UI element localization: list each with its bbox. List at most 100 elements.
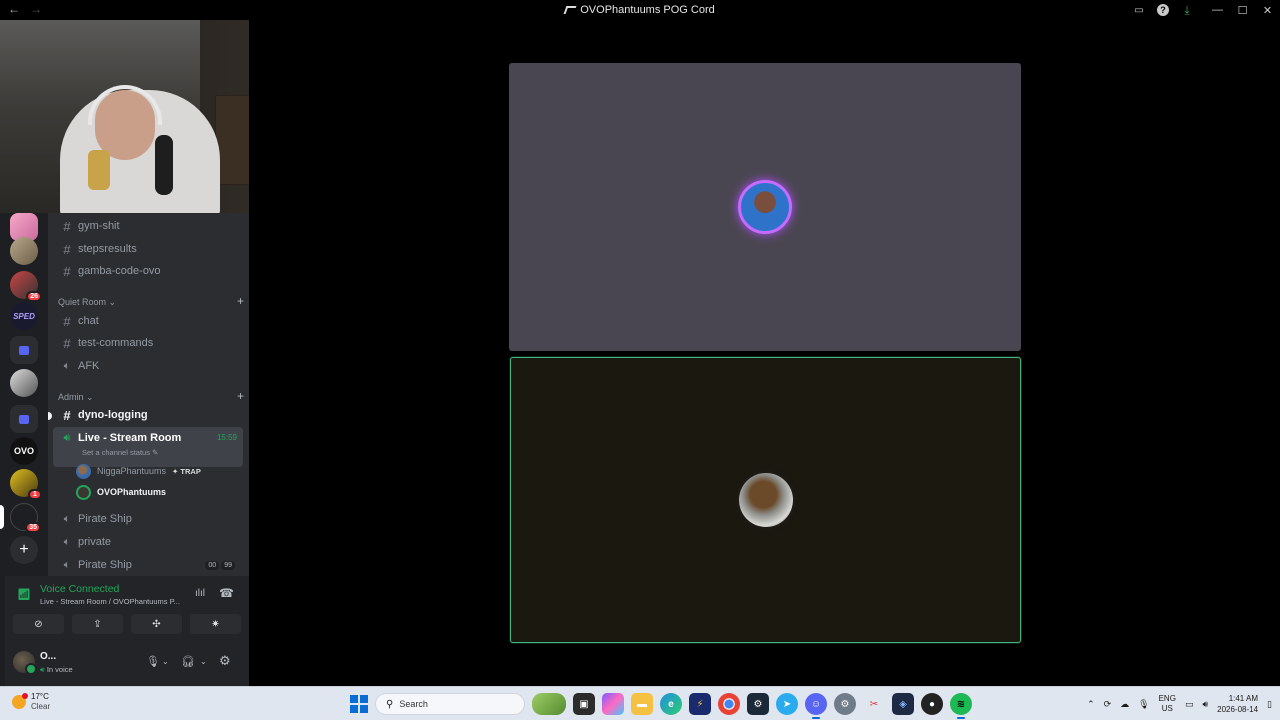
server-icon-gray[interactable] [10,369,38,397]
language-indicator[interactable]: ENG US [1159,694,1176,714]
hash-icon: # [63,335,71,351]
unread-indicator [48,412,52,420]
channel-afk[interactable]: 🔈︎ AFK [53,355,243,377]
clock[interactable]: 1:41 AM 2026-08-14 [1217,693,1258,715]
screen-share-button[interactable]: ⇪ [72,614,123,634]
camera-off-button[interactable]: ⊘ [13,614,64,634]
app-icon-box[interactable]: ◈ [892,693,914,715]
download-icon[interactable]: ⤓ [1181,3,1193,17]
voice-channel-pirate-ship-2[interactable]: 🔈︎ Pirate Ship 00 99 [53,554,243,576]
windows-taskbar: 17°C Clear ⚲ Search ▣ ▬ e ⚡ ⚙ ➤ ☺ ⚙ ✂ ◈ ● … [0,686,1280,720]
participant-tile-focused[interactable] [510,357,1021,643]
voice-member-self[interactable]: OVOPhantuums [76,482,166,502]
cloud-off-icon[interactable]: ☁ [1120,699,1129,710]
category-quiet-room[interactable]: Quiet Room ⌄ + [58,295,244,308]
discord-icon[interactable]: ☺ [805,693,827,719]
task-view-icon[interactable]: ▣ [573,693,595,715]
file-explorer-icon[interactable]: ▬ [631,693,653,715]
hash-icon: # [63,313,71,329]
avatar[interactable] [13,651,37,675]
add-server-icon[interactable]: + [10,536,38,564]
category-admin[interactable]: Admin ⌄ + [58,390,244,403]
server-icon-red[interactable]: 26 [10,271,42,302]
settings-gear-icon[interactable]: ⚙︎ [219,653,231,669]
server-icon-ovo[interactable]: OVO [10,437,38,465]
participant-tile[interactable] [509,63,1021,351]
channel-test-commands[interactable]: # test-commands [53,332,243,354]
weather-widget[interactable]: 17°C Clear [12,692,50,712]
app-icon-dark-blue[interactable]: ⚡ [689,693,711,715]
widget-image-icon[interactable] [532,693,566,715]
voice-status-title[interactable]: Voice Connected [40,583,119,595]
chevron-up-icon[interactable]: ⌃ [1087,699,1095,710]
channel-gamba-code-ovo[interactable]: # gamba-code-ovo [53,260,243,282]
role-tag-text: TRAP [180,466,201,476]
app-icon-red-dot[interactable]: ● [921,693,943,715]
headphones-icon[interactable]: 🎧︎ [181,655,195,668]
taskbar-search[interactable]: ⚲ Search [375,693,525,715]
server-folder-icon-2[interactable] [10,405,38,433]
activities-button[interactable]: ✣ [131,614,182,634]
telegram-icon[interactable]: ➤ [776,693,798,715]
edge-browser-icon[interactable]: e [660,693,682,715]
channel-status-text: Set a channel status [82,448,150,457]
voice-connection-panel: 📶︎ Voice Connected Live - Stream Room / … [5,576,249,640]
weather-sun-icon [12,693,28,709]
maximize-button[interactable]: ☐ [1230,4,1255,17]
voice-status-subtitle[interactable]: Live - Stream Room / OVOPhantuums P... [40,597,180,606]
server-icon-photo[interactable] [10,237,38,265]
soundboard-button[interactable]: ✷ [190,614,241,634]
selected-server-pill [0,505,4,529]
language-code: ENG [1158,694,1176,703]
channel-stepsresults[interactable]: # stepsresults [53,238,243,260]
close-button[interactable]: ✕ [1255,4,1280,17]
voice-stage [249,20,1280,686]
chevron-down-icon[interactable]: ⌄ [162,657,169,666]
chrome-icon[interactable] [718,693,740,715]
channel-label: dyno-logging [78,409,148,421]
voice-channel-private[interactable]: 🔈︎ private [53,531,243,553]
display-icon[interactable]: ▭ [1185,699,1194,710]
window-title: OVOPhantuums POG Cord [0,4,1280,16]
participant-avatar-speaking [738,180,792,234]
create-channel-icon[interactable]: + [237,295,244,308]
disconnect-icon[interactable]: ☎︎ [219,586,234,600]
server-icon-yellow[interactable]: 1 [10,469,42,500]
help-icon[interactable]: ? [1157,4,1169,16]
channel-gym-shit[interactable]: # gym-shit [53,215,243,237]
voice-member[interactable]: NiggaPhantuums ✦ TRAP [76,461,201,481]
system-tray: ⌃ ⟳ ☁ 🎙︎ ENG US ▭ 🔊︎ 1:41 AM 2026-08-14 ▯ [1087,692,1272,716]
username[interactable]: O... [40,651,56,662]
spotify-icon[interactable]: ≋ [950,693,972,719]
snipping-tool-icon[interactable]: ✂ [863,693,885,715]
channel-label: AFK [78,360,100,372]
window-title-text: OVOPhantuums POG Cord [580,4,715,16]
channel-dyno-logging[interactable]: # dyno-logging [53,404,243,426]
member-name: NiggaPhantuums [97,466,167,476]
inbox-icon[interactable]: ▭ [1133,4,1145,16]
steam-icon[interactable]: ⚙ [747,693,769,715]
minimize-button[interactable]: — [1205,4,1230,16]
settings-app-icon[interactable]: ⚙ [834,693,856,715]
sync-icon[interactable]: ⟳ [1104,699,1112,710]
server-icon-current[interactable]: 35 [10,503,41,533]
copilot-icon[interactable] [602,693,624,715]
screen-share-icon: ⇪ [93,618,102,630]
channel-label: stepsresults [78,243,137,255]
noise-suppression-icon[interactable]: ılıl [195,588,205,599]
voice-channel-pirate-ship[interactable]: 🔈︎ Pirate Ship [53,508,243,530]
start-button[interactable] [350,695,368,713]
microphone-tray-icon[interactable]: 🎙︎ [1138,699,1149,710]
chevron-down-icon[interactable]: ⌄ [200,657,207,666]
microphone-icon[interactable]: 🎙︎ [146,655,160,668]
server-folder-icon[interactable] [10,336,38,364]
server-icon-sped[interactable]: SPED [10,302,38,330]
volume-icon[interactable]: 🔊︎ [1202,699,1208,710]
create-channel-icon[interactable]: + [237,390,244,403]
notifications-icon[interactable]: ▯ [1267,699,1272,710]
channel-status[interactable]: Set a channel status ✎ [82,448,158,457]
app-logo-icon [563,6,577,14]
channel-chat[interactable]: # chat [53,310,243,332]
app-root: ← → OVOPhantuums POG Cord ▭ ? ⤓ — ☐ ✕ 26… [0,0,1280,720]
signal-icon[interactable]: 📶︎ [17,588,31,601]
